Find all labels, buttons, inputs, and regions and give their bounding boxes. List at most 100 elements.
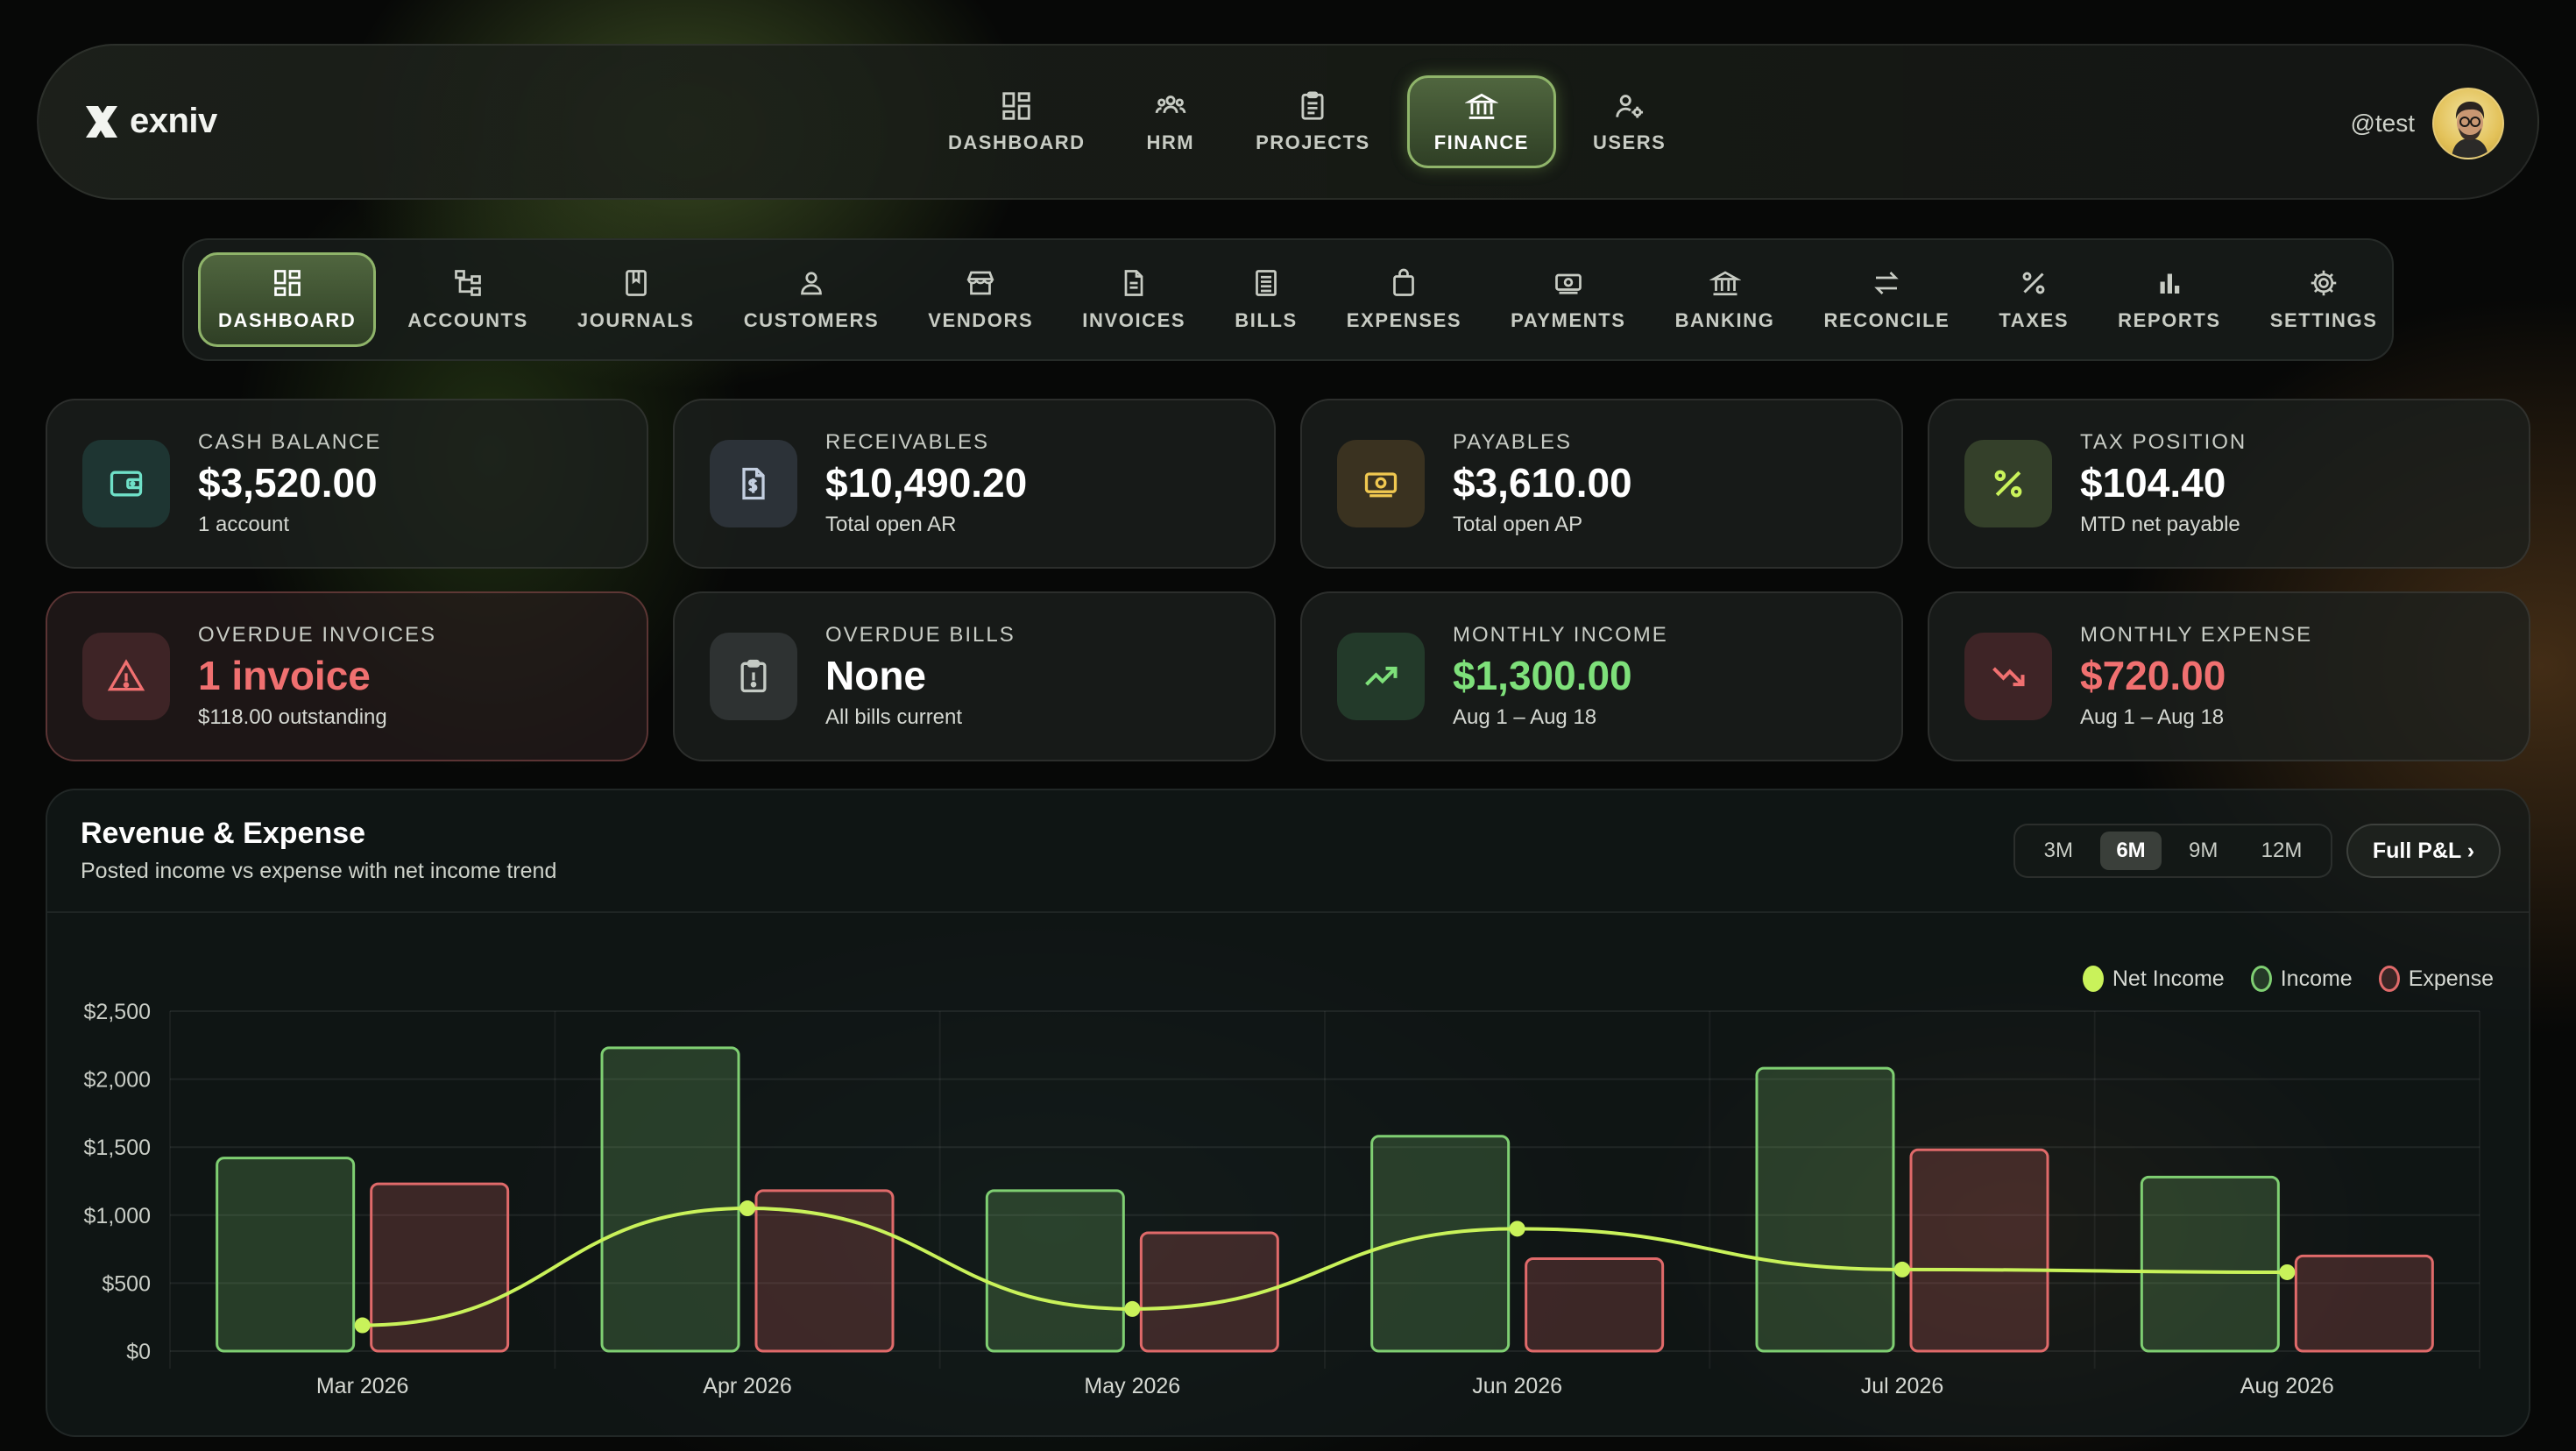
- subnav-label: CUSTOMERS: [743, 309, 880, 331]
- income-bar: [600, 1046, 740, 1353]
- subnav-item-vendors[interactable]: VENDORS: [910, 252, 1051, 347]
- x-tick-label: Jul 2026: [1861, 1374, 1944, 1398]
- legend-swatch: [2082, 966, 2104, 992]
- wallet-icon: [82, 440, 170, 527]
- net-income-point: [2279, 1263, 2296, 1280]
- bank-icon: [1464, 93, 1498, 119]
- subnav-label: INVOICES: [1082, 309, 1186, 331]
- nav-item-dashboard[interactable]: DASHBOARD: [924, 75, 1110, 168]
- card-payables[interactable]: PAYABLES $3,610.00 Total open AP: [1300, 399, 1903, 569]
- card-monthly-income[interactable]: MONTHLY INCOME $1,300.00 Aug 1 – Aug 18: [1300, 591, 1903, 761]
- avatar[interactable]: [2432, 88, 2504, 159]
- subnav-item-payments[interactable]: PAYMENTS: [1493, 252, 1643, 347]
- finance-sub-navigation: DASHBOARD ACCOUNTS JOURNALS CUSTOMERS VE…: [182, 238, 2394, 361]
- legend-label: Income: [2280, 966, 2353, 991]
- y-tick-label: $500: [102, 1271, 151, 1296]
- gear-icon: [2311, 270, 2337, 296]
- card-value: $104.40: [2080, 459, 2226, 506]
- subnav-label: PAYMENTS: [1511, 309, 1626, 331]
- subnav-label: RECONCILE: [1823, 309, 1950, 331]
- bar-chart-icon: [2160, 273, 2180, 294]
- card-monthly-expense[interactable]: MONTHLY EXPENSE $720.00 Aug 1 – Aug 18: [1928, 591, 2530, 761]
- card-value: $720.00: [2080, 652, 2226, 698]
- card-label: RECEIVABLES: [825, 429, 989, 454]
- card-cash-balance[interactable]: CASH BALANCE $3,520.00 1 account: [46, 399, 648, 569]
- subnav-item-settings[interactable]: SETTINGS: [2253, 252, 2396, 347]
- revenue-expense-panel: Revenue & Expense Posted income vs expen…: [46, 789, 2530, 1437]
- card-tax-position[interactable]: TAX POSITION $104.40 MTD net payable: [1928, 399, 2530, 569]
- y-tick-label: $1,500: [84, 1136, 151, 1160]
- card-overdue-bills[interactable]: OVERDUE BILLS None All bills current: [673, 591, 1276, 761]
- user-gear-icon: [1615, 95, 1643, 118]
- user-menu[interactable]: @test: [2350, 88, 2504, 159]
- legend-expense[interactable]: Expense: [2378, 966, 2494, 992]
- card-subtext: Total open AP: [1453, 513, 1583, 537]
- subnav-item-bills[interactable]: BILLS: [1217, 252, 1315, 347]
- nav-label: USERS: [1592, 131, 1667, 153]
- trend-up-icon: [1337, 633, 1425, 720]
- nav-label: FINANCE: [1433, 131, 1529, 153]
- document-icon: [1124, 270, 1143, 296]
- net-income-point: [354, 1317, 371, 1334]
- income-bar: [1755, 1066, 1895, 1353]
- card-subtext: Aug 1 – Aug 18: [1453, 705, 1597, 730]
- nav-item-users[interactable]: USERS: [1568, 75, 1690, 168]
- grid-icon: [1002, 92, 1030, 120]
- legend-net-income[interactable]: Net Income: [2082, 966, 2225, 992]
- nav-item-finance[interactable]: FINANCE: [1406, 75, 1556, 168]
- invoice-dollar-icon: [710, 440, 797, 527]
- user-handle: @test: [2350, 110, 2415, 137]
- percent-icon: [1964, 440, 2052, 527]
- logo[interactable]: exniv: [82, 102, 217, 141]
- swap-icon: [1874, 272, 1900, 294]
- subnav-item-journals[interactable]: JOURNALS: [560, 252, 712, 347]
- legend-income[interactable]: Income: [2250, 966, 2353, 992]
- subnav-item-accounts[interactable]: ACCOUNTS: [390, 252, 545, 347]
- nav-item-projects[interactable]: PROJECTS: [1231, 75, 1395, 168]
- people-icon: [1155, 96, 1186, 114]
- clipboard-icon: [1301, 91, 1324, 120]
- percent-icon: [2022, 272, 2045, 294]
- bag-icon: [1393, 268, 1415, 296]
- expense-bar: [1909, 1148, 2049, 1353]
- card-value: $3,520.00: [198, 459, 378, 506]
- subnav-item-expenses[interactable]: EXPENSES: [1329, 252, 1479, 347]
- list-icon: [1256, 270, 1277, 296]
- subnav-item-banking[interactable]: BANKING: [1658, 252, 1793, 347]
- net-income-point: [740, 1200, 755, 1217]
- nav-label: HRM: [1146, 131, 1195, 153]
- card-overdue-invoices[interactable]: OVERDUE INVOICES 1 invoice $118.00 outst…: [46, 591, 648, 761]
- card-label: OVERDUE INVOICES: [198, 622, 437, 647]
- book-icon: [625, 270, 647, 296]
- card-label: PAYABLES: [1453, 429, 1573, 454]
- subnav-item-taxes[interactable]: TAXES: [1981, 252, 2086, 347]
- subnav-item-invoices[interactable]: INVOICES: [1065, 252, 1203, 347]
- subnav-item-dashboard[interactable]: DASHBOARD: [198, 252, 377, 347]
- subnav-label: TAXES: [1999, 309, 2070, 331]
- card-label: OVERDUE BILLS: [825, 622, 1016, 647]
- subnav-item-reconcile[interactable]: RECONCILE: [1806, 252, 1967, 347]
- nav-item-hrm[interactable]: HRM: [1122, 75, 1220, 168]
- subnav-label: SETTINGS: [2269, 309, 2378, 331]
- card-value: 1 invoice: [198, 652, 371, 698]
- card-label: CASH BALANCE: [198, 429, 382, 454]
- legend-swatch: [2250, 966, 2272, 992]
- income-bar: [216, 1157, 356, 1353]
- subnav-label: JOURNALS: [577, 309, 695, 331]
- x-tick-label: Jun 2026: [1472, 1374, 1562, 1398]
- card-subtext: Aug 1 – Aug 18: [2080, 705, 2225, 730]
- x-tick-label: Apr 2026: [703, 1374, 791, 1398]
- net-income-point: [1894, 1261, 1910, 1278]
- subnav-item-reports[interactable]: REPORTS: [2100, 252, 2239, 347]
- stat-cards: CASH BALANCE $3,520.00 1 account RECEIVA…: [46, 399, 2530, 761]
- expense-bar: [2294, 1254, 2434, 1353]
- subnav-item-customers[interactable]: CUSTOMERS: [726, 252, 897, 347]
- card-value: $3,610.00: [1453, 459, 1632, 506]
- net-income-point: [1509, 1221, 1525, 1237]
- card-receivables[interactable]: RECEIVABLES $10,490.20 Total open AR: [673, 399, 1276, 569]
- legend-swatch: [2378, 966, 2400, 992]
- subnav-label: DASHBOARD: [218, 309, 357, 331]
- subnav-label: EXPENSES: [1346, 309, 1462, 331]
- card-value: None: [825, 652, 926, 698]
- cash-icon: [1555, 273, 1582, 294]
